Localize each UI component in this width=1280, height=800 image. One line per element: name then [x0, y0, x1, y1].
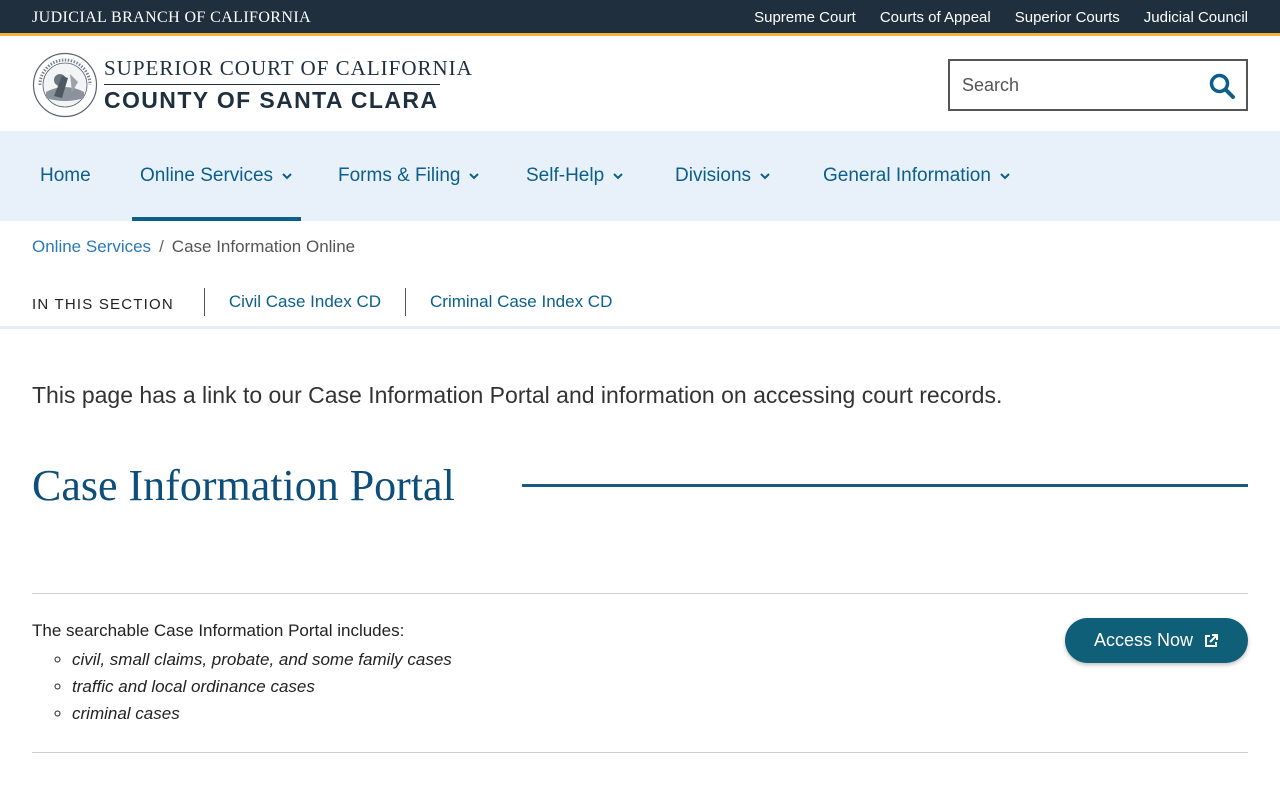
nav-item-label: Self-Help: [526, 165, 605, 186]
breadcrumb-current: Case Information Online: [171, 237, 356, 256]
judicial-branch-link[interactable]: JUDICIAL BRANCH OF CALIFORNIA: [32, 9, 311, 27]
access-now-button[interactable]: Access Now: [1065, 618, 1248, 663]
court-name-line2[interactable]: COUNTY OF SANTA CLARA: [104, 87, 438, 114]
chevron-down-icon: [613, 173, 623, 180]
court-seal-logo[interactable]: [32, 52, 98, 118]
nav-item-general-information[interactable]: General Information: [823, 131, 1011, 221]
breadcrumb: Online Services / Case Information Online: [32, 237, 355, 257]
search-input[interactable]: [962, 73, 1202, 97]
nav-item-home[interactable]: Home: [40, 131, 91, 221]
chevron-down-icon: [469, 173, 480, 180]
content-divider-bottom: [32, 752, 1248, 753]
nav-item-self-help[interactable]: Self-Help: [526, 131, 624, 221]
nav-item-label: Home: [40, 165, 91, 186]
courts-of-appeal-link[interactable]: Courts of Appeal: [880, 9, 991, 26]
nav-item-label: Online Services: [140, 165, 274, 186]
search-icon[interactable]: [1208, 72, 1236, 100]
list-item: civil, small claims, probate, and some f…: [72, 649, 452, 676]
heading-rule: [522, 484, 1248, 487]
breadcrumb-separator: /: [159, 237, 164, 256]
main-navigation: Home Online Services Forms & Filing Self…: [0, 131, 1280, 221]
top-utility-bar: JUDICIAL BRANCH OF CALIFORNIA Supreme Co…: [0, 0, 1280, 36]
external-link-icon: [1205, 633, 1219, 647]
in-this-section-nav: IN THIS SECTION Civil Case Index CD Crim…: [32, 286, 636, 318]
supreme-court-link[interactable]: Supreme Court: [754, 9, 856, 26]
judicial-council-link[interactable]: Judicial Council: [1144, 9, 1248, 26]
nav-item-label: Divisions: [675, 165, 752, 186]
site-header: SUPERIOR COURT OF CALIFORNIA COUNTY OF S…: [0, 39, 1280, 131]
page-intro: This page has a link to our Case Informa…: [32, 382, 1003, 408]
chevron-down-icon: [760, 173, 770, 180]
breadcrumb-online-services-link[interactable]: Online Services: [32, 237, 151, 256]
section-nav-label: IN THIS SECTION: [32, 295, 174, 313]
nav-item-label: Forms & Filing: [338, 165, 461, 186]
chevron-down-icon: [1000, 173, 1010, 180]
nav-item-label: General Information: [823, 165, 991, 186]
list-item: criminal cases: [72, 703, 452, 730]
search-box: [948, 59, 1248, 111]
list-item: traffic and local ordinance cases: [72, 676, 452, 703]
portal-includes-list: civil, small claims, probate, and some f…: [72, 649, 452, 730]
access-now-label: Access Now: [1093, 630, 1194, 650]
criminal-case-index-link[interactable]: Criminal Case Index CD: [405, 288, 636, 316]
content-divider-top: [32, 593, 1248, 594]
nav-item-forms-filing[interactable]: Forms & Filing: [338, 131, 480, 221]
header-divider: [104, 84, 440, 85]
utility-links: Supreme Court Courts of Appeal Superior …: [754, 9, 1248, 26]
portal-description: The searchable Case Information Portal i…: [32, 621, 405, 640]
chevron-down-icon: [282, 173, 292, 180]
court-name-line1[interactable]: SUPERIOR COURT OF CALIFORNIA: [104, 56, 473, 81]
nav-item-online-services[interactable]: Online Services: [131, 131, 302, 221]
nav-item-divisions[interactable]: Divisions: [675, 131, 771, 221]
superior-courts-link[interactable]: Superior Courts: [1015, 9, 1120, 26]
section-divider: [0, 326, 1280, 329]
civil-case-index-link[interactable]: Civil Case Index CD: [203, 288, 405, 316]
page-title: Case Information Portal: [32, 461, 455, 510]
